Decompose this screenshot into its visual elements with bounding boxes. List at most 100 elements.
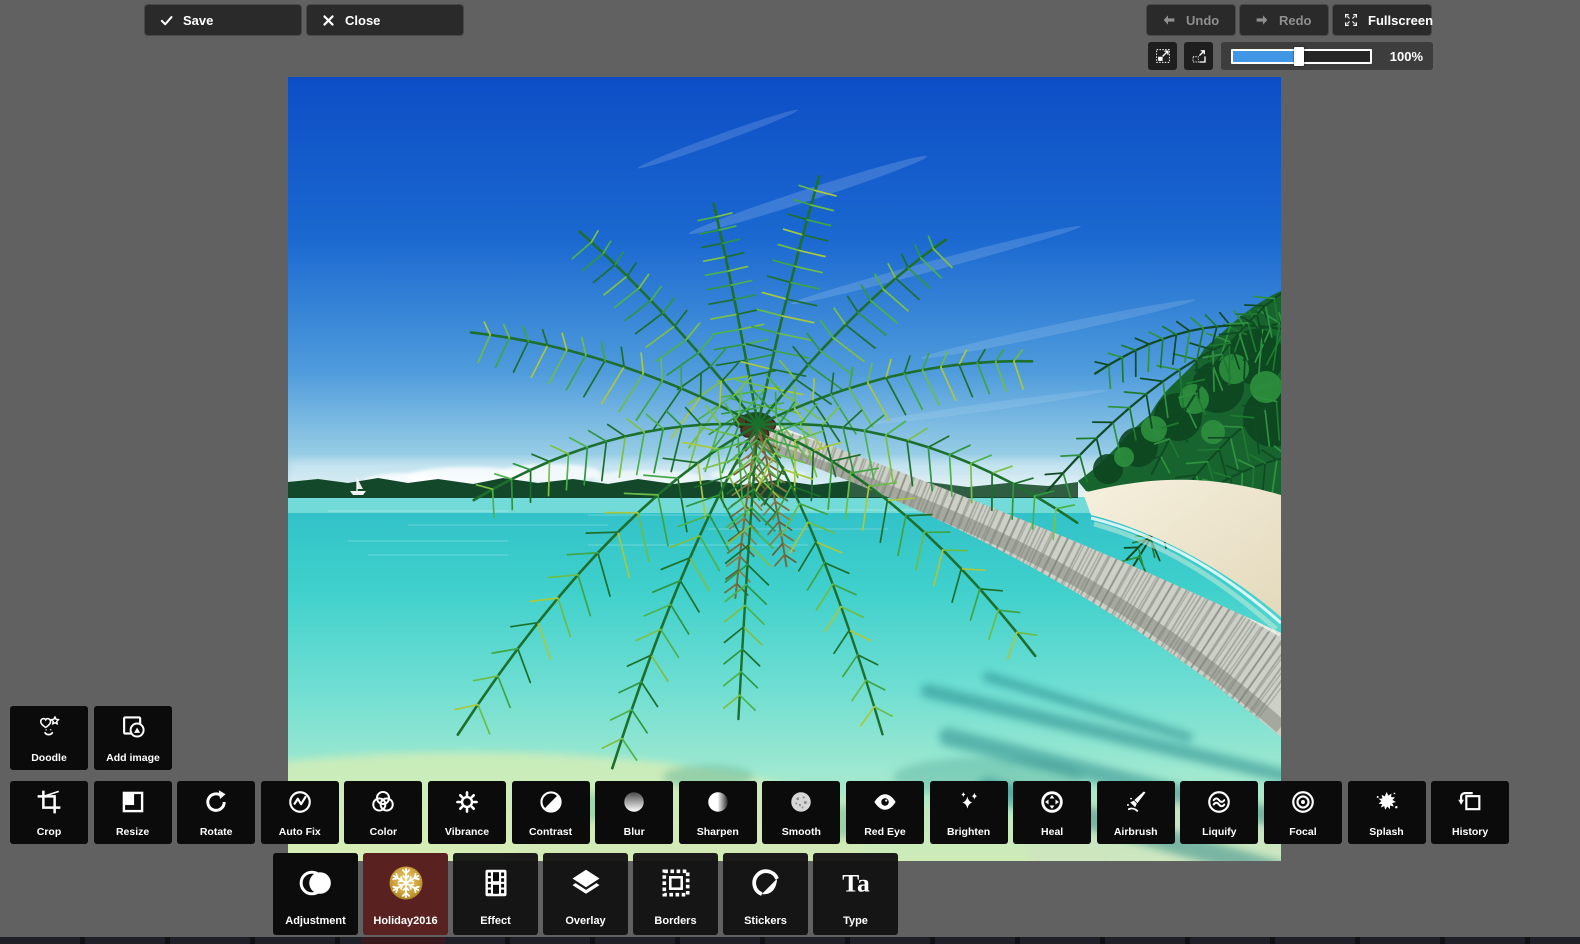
tool-add-image[interactable]: Add image — [94, 706, 172, 770]
category-stickers[interactable]: Stickers — [723, 853, 808, 935]
tool-auto-fix[interactable]: Auto Fix — [261, 781, 339, 844]
tool-label: Auto Fix — [279, 826, 321, 838]
category-type[interactable]: Type — [813, 853, 898, 935]
close-button[interactable]: Close — [307, 5, 463, 35]
history-icon — [1457, 789, 1483, 815]
tool-label: Airbrush — [1114, 826, 1158, 838]
tool-brighten[interactable]: Brighten — [930, 781, 1008, 844]
partial-row-active-segment — [361, 937, 446, 944]
tool-liquify[interactable]: Liquify — [1180, 781, 1258, 844]
undo-button[interactable]: Undo — [1147, 5, 1235, 35]
tool-label: Red Eye — [864, 826, 905, 838]
zoom-level-label: 100% — [1390, 49, 1423, 64]
tool-label: Crop — [37, 826, 62, 838]
tool-blur[interactable]: Blur — [595, 781, 673, 844]
tool-crop[interactable]: Crop — [10, 781, 88, 844]
tool-resize[interactable]: Resize — [94, 781, 172, 844]
close-label: Close — [345, 13, 380, 28]
tool-label: Blur — [624, 826, 645, 838]
tool-airbrush[interactable]: Airbrush — [1097, 781, 1175, 844]
save-label: Save — [183, 13, 213, 28]
category-label: Holiday2016 — [373, 915, 437, 927]
fullscreen-icon — [1343, 12, 1359, 28]
category-label: Stickers — [744, 915, 787, 927]
tool-smooth[interactable]: Smooth — [762, 781, 840, 844]
category-borders[interactable]: Borders — [633, 853, 718, 935]
category-label: Overlay — [565, 915, 605, 927]
tool-doodle[interactable]: Doodle — [10, 706, 88, 770]
holiday-snowflake-icon — [388, 865, 424, 901]
tool-label: Color — [370, 826, 397, 838]
tool-color[interactable]: Color — [344, 781, 422, 844]
category-holiday2016[interactable]: Holiday2016 — [363, 853, 448, 935]
zoom-panel: 100% — [1221, 42, 1433, 70]
tool-label: Sharpen — [697, 826, 739, 838]
borders-icon — [658, 865, 694, 901]
tool-rotate[interactable]: Rotate — [177, 781, 255, 844]
zoom-slider-thumb[interactable] — [1294, 47, 1304, 66]
category-label: Type — [843, 915, 868, 927]
tool-contrast[interactable]: Contrast — [512, 781, 590, 844]
tool-row: Crop Resize Rotate Auto Fix Color Vibran… — [10, 781, 1509, 844]
tool-label: Add image — [106, 752, 160, 764]
smooth-icon — [788, 789, 814, 815]
tool-label: Liquify — [1202, 826, 1236, 838]
tool-focal[interactable]: Focal — [1264, 781, 1342, 844]
category-label: Effect — [480, 915, 511, 927]
redo-button[interactable]: Redo — [1240, 5, 1328, 35]
zoom-fit-icon — [1154, 47, 1172, 65]
color-icon — [370, 789, 396, 815]
tool-history[interactable]: History — [1431, 781, 1509, 844]
fullscreen-button[interactable]: Fullscreen — [1333, 5, 1431, 35]
tool-label: Resize — [116, 826, 149, 838]
tool-red-eye[interactable]: Red Eye — [846, 781, 924, 844]
auto-fix-icon — [287, 789, 313, 815]
undo-label: Undo — [1186, 13, 1219, 28]
category-overlay[interactable]: Overlay — [543, 853, 628, 935]
x-icon — [321, 13, 336, 28]
tool-label: History — [1452, 826, 1488, 838]
category-effect[interactable]: Effect — [453, 853, 538, 935]
contrast-icon — [538, 789, 564, 815]
zoom-slider-track[interactable] — [1231, 49, 1372, 64]
sharpen-icon — [705, 789, 731, 815]
tool-label: Rotate — [200, 826, 233, 838]
zoom-actual-button[interactable] — [1184, 42, 1213, 70]
blur-icon — [621, 789, 647, 815]
tool-label: Contrast — [529, 826, 572, 838]
zoom-fit-button[interactable] — [1148, 42, 1177, 70]
vibrance-icon — [454, 789, 480, 815]
save-button[interactable]: Save — [145, 5, 301, 35]
arrow-right-icon — [1254, 12, 1270, 28]
red-eye-icon — [872, 789, 898, 815]
partial-row-strip — [0, 937, 1580, 944]
resize-icon — [120, 789, 146, 815]
tool-sharpen[interactable]: Sharpen — [679, 781, 757, 844]
tool-heal[interactable]: Heal — [1013, 781, 1091, 844]
tool-label: Heal — [1041, 826, 1063, 838]
splash-icon — [1374, 789, 1400, 815]
fullscreen-label: Fullscreen — [1368, 13, 1433, 28]
add-image-icon — [120, 714, 146, 740]
tool-label: Doodle — [31, 752, 67, 764]
stickers-icon — [748, 865, 784, 901]
type-icon — [838, 865, 874, 901]
category-row: Adjustment Holiday2016 Effect Overlay Bo… — [273, 853, 898, 935]
crop-icon — [36, 789, 62, 815]
category-adjustment[interactable]: Adjustment — [273, 853, 358, 935]
tool-vibrance[interactable]: Vibrance — [428, 781, 506, 844]
check-icon — [159, 13, 174, 28]
focal-icon — [1290, 789, 1316, 815]
airbrush-icon — [1123, 789, 1149, 815]
effect-icon — [478, 865, 514, 901]
brighten-icon — [956, 789, 982, 815]
category-label: Borders — [654, 915, 696, 927]
redo-label: Redo — [1279, 13, 1312, 28]
tool-splash[interactable]: Splash — [1348, 781, 1426, 844]
canvas-image[interactable] — [288, 77, 1281, 861]
adjustment-icon — [298, 865, 334, 901]
tool-label: Smooth — [782, 826, 821, 838]
arrow-left-icon — [1161, 12, 1177, 28]
tool-label: Vibrance — [445, 826, 489, 838]
heal-icon — [1039, 789, 1065, 815]
